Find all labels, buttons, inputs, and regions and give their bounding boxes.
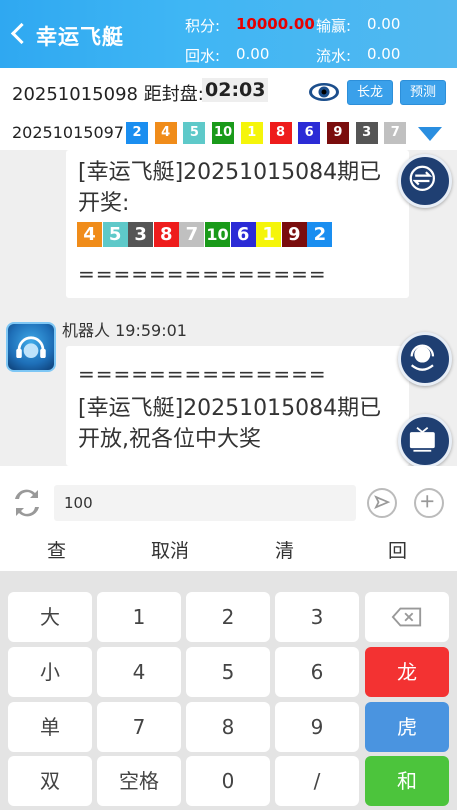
key-0[interactable]: 0 bbox=[186, 756, 270, 806]
result-ball: 6 bbox=[298, 122, 321, 144]
countdown-timer: 02:03 bbox=[202, 78, 269, 102]
close-label: 距封盘: bbox=[143, 84, 204, 105]
cancel-button[interactable]: 取消 bbox=[151, 536, 189, 563]
robot-headset-icon bbox=[16, 336, 46, 359]
result-ball: 7 bbox=[384, 122, 407, 144]
send-icon bbox=[374, 495, 391, 510]
check-button[interactable]: 查 bbox=[47, 536, 66, 563]
result-ball: 10 bbox=[212, 122, 235, 144]
sender-name-time: 机器人 19:59:01 bbox=[62, 321, 187, 340]
result-ball: 7 bbox=[179, 222, 205, 247]
result-ball: 9 bbox=[281, 222, 307, 247]
key-tiger[interactable]: 虎 bbox=[365, 702, 449, 752]
key-space[interactable]: 空格 bbox=[97, 756, 181, 806]
key-odd[interactable]: 单 bbox=[8, 702, 92, 752]
separator-line: ============== bbox=[78, 362, 327, 386]
key-6[interactable]: 6 bbox=[275, 647, 359, 697]
switch-fab-button[interactable] bbox=[398, 154, 452, 208]
clear-button[interactable]: 清 bbox=[275, 536, 294, 563]
key-9[interactable]: 9 bbox=[275, 702, 359, 752]
result-ball: 3 bbox=[128, 222, 154, 247]
backspace-key[interactable] bbox=[365, 592, 449, 642]
back-arrow-icon[interactable] bbox=[10, 22, 26, 46]
points-value: 10000.00 bbox=[236, 15, 315, 33]
expand-triangle-icon[interactable] bbox=[418, 127, 442, 141]
points-label: 积分: bbox=[185, 17, 221, 35]
current-period: 20251015098 距封盘: bbox=[12, 80, 204, 106]
key-8[interactable]: 8 bbox=[186, 702, 270, 752]
page-title: 幸运飞艇 bbox=[36, 25, 124, 49]
headset-icon bbox=[410, 344, 435, 371]
send-button[interactable] bbox=[367, 488, 397, 518]
plus-icon bbox=[421, 495, 434, 508]
result-ball: 5 bbox=[102, 222, 128, 247]
key-1[interactable]: 1 bbox=[97, 592, 181, 642]
separator-line: ============== bbox=[78, 262, 327, 286]
long-dragon-button[interactable]: 长龙 bbox=[347, 80, 393, 105]
app-header: 幸运飞艇 积分: 10000.00 输赢: 0.00 回水: 0.00 流水: … bbox=[0, 0, 457, 68]
result-ball: 2 bbox=[307, 222, 333, 247]
key-5[interactable]: 5 bbox=[186, 647, 270, 697]
message-text: 开放,祝各位中大奖 bbox=[78, 427, 261, 452]
key-4[interactable]: 4 bbox=[97, 647, 181, 697]
result-ball: 1 bbox=[256, 222, 282, 247]
backspace-icon bbox=[391, 607, 422, 627]
result-ball: 6 bbox=[230, 222, 256, 247]
key-tie[interactable]: 和 bbox=[365, 756, 449, 806]
live-tv-icon bbox=[409, 426, 435, 452]
key-dragon[interactable]: 龙 bbox=[365, 647, 449, 697]
message-text: 开奖: bbox=[78, 191, 130, 216]
bet-input[interactable]: 100 bbox=[54, 485, 356, 521]
result-ball: 9 bbox=[326, 122, 349, 144]
period-number: 20251015098 bbox=[12, 84, 138, 105]
result-ball: 5 bbox=[183, 122, 206, 144]
swap-arrows-icon bbox=[409, 165, 435, 191]
turnover-label: 流水: bbox=[316, 47, 352, 65]
winloss-value: 0.00 bbox=[367, 15, 401, 33]
result-ball: 8 bbox=[153, 222, 179, 247]
rebate-value: 0.00 bbox=[236, 45, 270, 63]
result-ball: 8 bbox=[269, 122, 292, 144]
result-ball: 4 bbox=[154, 122, 177, 144]
message-text: [幸运飞艇]20251015084期已 bbox=[78, 160, 382, 185]
key-3[interactable]: 3 bbox=[275, 592, 359, 642]
eye-icon[interactable] bbox=[308, 80, 340, 104]
winloss-label: 输赢: bbox=[316, 17, 352, 35]
result-ball: 4 bbox=[77, 222, 102, 247]
key-even[interactable]: 双 bbox=[8, 756, 92, 806]
key-slash[interactable]: / bbox=[275, 756, 359, 806]
predict-button[interactable]: 预测 bbox=[400, 80, 446, 105]
refresh-swap-icon[interactable] bbox=[12, 487, 42, 519]
robot-avatar bbox=[6, 322, 56, 372]
result-ball: 10 bbox=[205, 222, 230, 247]
result-ball: 1 bbox=[240, 122, 263, 144]
key-2[interactable]: 2 bbox=[186, 592, 270, 642]
key-big[interactable]: 大 bbox=[8, 592, 92, 642]
previous-period: 20251015097 bbox=[12, 123, 124, 142]
turnover-value: 0.00 bbox=[367, 45, 401, 63]
result-ball: 2 bbox=[126, 122, 148, 144]
rebate-label: 回水: bbox=[185, 47, 221, 65]
result-ball: 3 bbox=[355, 122, 378, 144]
back-button[interactable]: 回 bbox=[388, 536, 407, 563]
live-tv-fab[interactable] bbox=[398, 414, 452, 468]
message-text: [幸运飞艇]20251015084期已 bbox=[78, 396, 382, 421]
key-7[interactable]: 7 bbox=[97, 702, 181, 752]
add-button[interactable] bbox=[414, 488, 444, 518]
customer-service-fab[interactable] bbox=[398, 332, 452, 386]
key-small[interactable]: 小 bbox=[8, 647, 92, 697]
